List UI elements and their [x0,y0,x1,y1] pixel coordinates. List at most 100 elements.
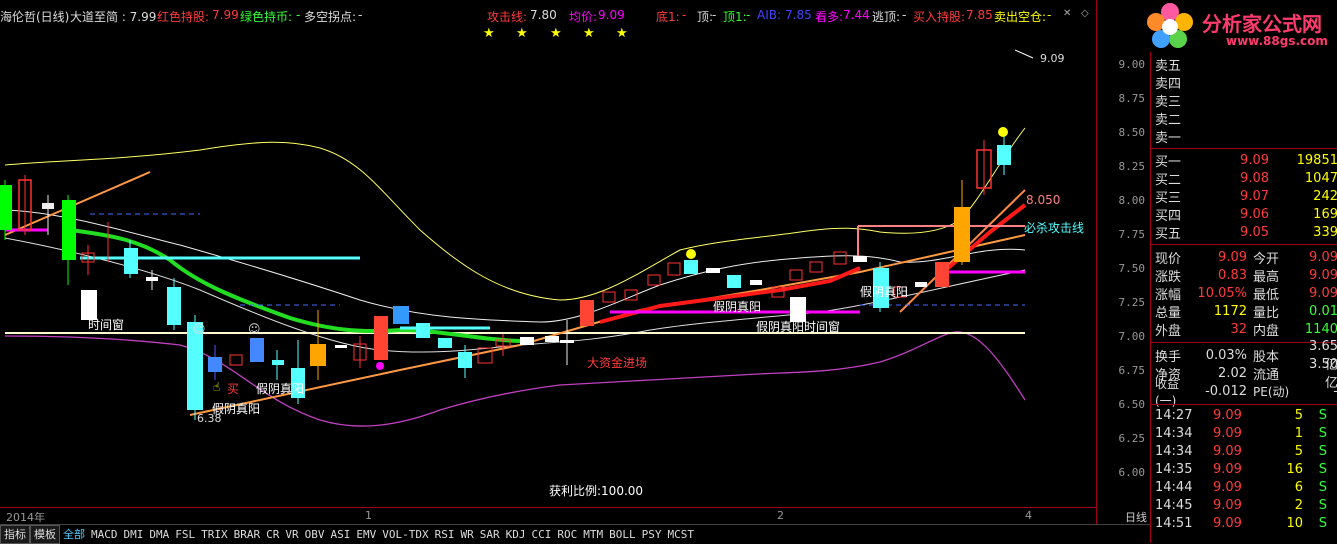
tab-kdj[interactable]: KDJ [503,526,529,543]
tick-time: 14:34 [1155,426,1193,441]
tab-mtm[interactable]: MTM [580,526,606,543]
tab-macd[interactable]: MACD [88,526,121,543]
bottom-value: - [682,8,687,22]
y-tick: 7.00 [1118,330,1146,343]
fund-value: 0.03% [1205,348,1247,363]
fund-value: - [1297,384,1337,399]
ask-label: 卖四 [1155,77,1182,92]
tick-row: 14:45 9.09 2 S [1155,497,1337,514]
tick-row: 14:34 9.09 5 S [1155,443,1337,460]
bid-price: 9.09 [1240,153,1269,168]
ask-row-5: 卖五 [1155,56,1337,74]
quote-label: 现价 [1155,252,1182,267]
x-month-label: 1 [365,509,372,522]
diamond-icon[interactable]: ◇ [1081,8,1089,19]
tab-indicator[interactable]: 指标 [0,525,30,544]
tab-roc[interactable]: ROC [554,526,580,543]
quote-value: 0.83 [1218,268,1247,283]
close-icon[interactable]: ✕ [1063,8,1071,19]
tab-all[interactable]: 全部 [60,526,88,543]
tick-side: S [1318,408,1327,423]
time-window-label: 时间窗 [88,318,125,332]
tab-vol-tdx[interactable]: VOL-TDX [379,526,431,543]
escape-top-value: - [902,8,907,22]
stock-title: 海伦哲(日线) [0,10,70,24]
quote-value: 1140 [1304,322,1337,337]
ask-label: 卖一 [1155,131,1182,146]
longshort-label: 多空拐点: [304,10,357,24]
tab-trix[interactable]: TRIX [198,526,231,543]
tick-time: 14:45 [1155,498,1193,513]
bid-label: 买一 [1155,155,1182,170]
profit-ratio-label: 获利比例:100.00 [549,484,644,498]
kline-chart[interactable]: 海伦哲(日线) 大道至简 : 7.99 红色持股: 7.99 绿色持币: - 多… [0,0,1112,507]
tab-template[interactable]: 模板 [30,525,60,544]
bid-volume: 19851 [1296,153,1337,168]
top1-label: 顶1: [723,10,747,24]
avg-value: 9.09 [598,8,625,22]
tab-cr[interactable]: CR [263,526,282,543]
tick-price: 9.09 [1213,498,1242,513]
tab-brar[interactable]: BRAR [231,526,264,543]
quote-value: 9.09 [1309,250,1337,265]
kline-svg[interactable] [0,0,1096,507]
star-icon: ★ [583,26,595,41]
quote-value: 9.09 [1218,250,1247,265]
big-money-label: 大资金进场 [587,356,648,370]
quote-label: 最低 [1253,288,1280,303]
tab-dmi[interactable]: DMI [121,526,147,543]
bid-volume: 169 [1313,207,1337,222]
y-tick: 8.00 [1118,194,1146,207]
red-hold-value: 7.99 [212,8,239,22]
divider [1151,404,1337,405]
quote-value: 1172 [1213,304,1247,319]
tab-cci[interactable]: CCI [528,526,554,543]
bid-row-4: 买四 9.06 169 [1155,206,1337,224]
tab-boll[interactable]: BOLL [606,526,639,543]
tick-time: 14:51 [1155,516,1193,531]
tab-sar[interactable]: SAR [477,526,503,543]
ask-label: 卖五 [1155,59,1182,74]
tab-mcst[interactable]: MCST [664,526,697,543]
tab-asi[interactable]: ASI [328,526,354,543]
ask-row-1: 卖一 [1155,128,1337,146]
buy-hold-value: 7.85 [966,8,993,22]
tab-vr[interactable]: VR [282,526,301,543]
bid-volume: 339 [1313,225,1337,240]
aib-label: AIB: [757,8,782,22]
bid-row-3: 买三 9.07 242 [1155,188,1337,206]
tab-obv[interactable]: OBV [302,526,328,543]
quote-label: 量比 [1253,306,1280,321]
price-axis[interactable]: 9.00 8.75 8.50 8.25 8.00 7.75 7.50 7.25 … [1096,0,1151,524]
tab-emv[interactable]: EMV [353,526,379,543]
flower-logo-icon [1147,3,1193,48]
period-label[interactable]: 日线 [1125,509,1147,525]
ask-row-2: 卖二 [1155,110,1337,128]
star-icon: ★ [550,26,562,41]
x-month-label: 2 [777,509,784,522]
quote-panel: 卖五 卖四 卖三 卖二 卖一 买一 9.09 19851 买二 9.08 1047 买三… [1150,0,1337,543]
bid-volume: 242 [1313,189,1337,204]
y-tick: 8.25 [1118,160,1146,173]
face-icon: ☺ [193,322,206,336]
quote-label: 内盘 [1253,324,1280,339]
tab-psy[interactable]: PSY [639,526,665,543]
tick-side: S [1318,516,1327,531]
hand-icon: ☝ [213,380,221,394]
y-tick: 6.50 [1118,398,1146,411]
star-icon: ★ [616,26,628,41]
tab-rsi[interactable]: RSI [432,526,458,543]
tick-price: 9.09 [1213,462,1242,477]
green-hold-label: 绿色持币: [240,10,293,24]
tab-dma[interactable]: DMA [146,526,172,543]
tab-wr[interactable]: WR [457,526,476,543]
attack-label: 攻击线: [487,10,528,24]
quote-value: 9.09 [1309,286,1337,301]
bid-price: 9.07 [1240,189,1269,204]
ask-label: 卖二 [1155,113,1182,128]
fund-label: 股本 [1253,350,1280,365]
tab-fsl[interactable]: FSL [172,526,198,543]
quote-row: 现价 9.09 今开 9.09 [1155,249,1337,267]
line-value-label: 8.050 [1026,193,1061,207]
star-icon: ★ [483,26,495,41]
